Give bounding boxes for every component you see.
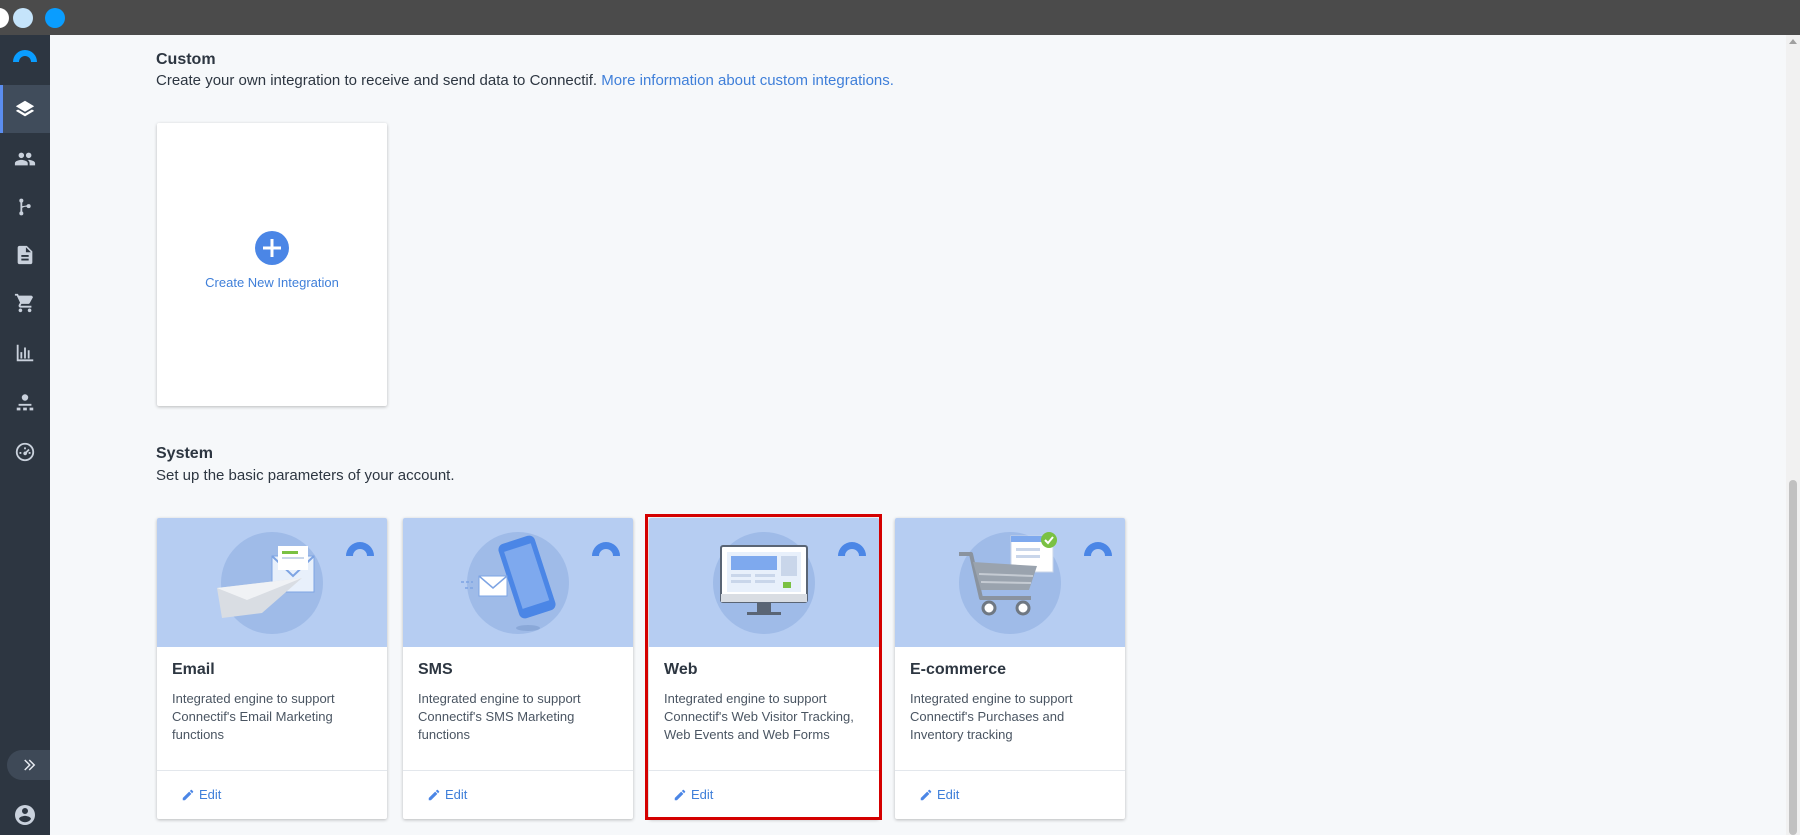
vertical-scrollbar[interactable] [1786, 35, 1800, 835]
integration-card-web[interactable]: Web Integrated engine to support Connect… [649, 518, 879, 819]
card-description: Integrated engine to support Connectif's… [418, 691, 581, 742]
custom-integrations-info-link[interactable]: More information about custom integratio… [601, 72, 894, 89]
integration-card-email[interactable]: Email Integrated engine to support Conne… [157, 518, 387, 819]
sidebar-item-segments[interactable] [0, 379, 50, 427]
custom-section-title: Custom [156, 51, 216, 68]
window-titlebar [0, 0, 1800, 35]
card-banner [649, 518, 879, 647]
card-description: Integrated engine to support Connectif's… [910, 691, 1073, 742]
window-close-button[interactable] [0, 8, 9, 28]
edit-sms-button[interactable]: Edit [427, 787, 467, 802]
card-footer: Edit [649, 770, 879, 819]
sidebar-item-contacts[interactable] [0, 135, 50, 183]
system-section-description: Set up the basic parameters of your acco… [156, 467, 455, 484]
system-section-title: System [156, 445, 213, 462]
scrollbar-thumb[interactable] [1789, 480, 1797, 835]
edit-label: Edit [445, 787, 468, 802]
edit-label: Edit [691, 787, 714, 802]
card-banner [157, 518, 387, 647]
add-circle-icon [255, 231, 289, 265]
window-maximize-button[interactable] [45, 8, 65, 28]
speedometer-icon [15, 442, 35, 462]
shopping-cart-icon [959, 532, 1057, 616]
card-footer: Edit [157, 770, 387, 819]
pencil-icon [920, 789, 932, 800]
connectif-arc-icon [1084, 542, 1112, 556]
custom-description-text: Create your own integration to receive a… [156, 72, 598, 89]
pencil-icon [428, 789, 440, 800]
card-title: E-commerce [910, 661, 1007, 678]
sidebar-item-integrations[interactable] [0, 85, 50, 133]
edit-web-button[interactable]: Edit [673, 787, 713, 802]
connectif-arc-icon [592, 542, 620, 556]
integration-card-sms[interactable]: SMS Integrated engine to support Connect… [403, 518, 633, 819]
card-title: Email [172, 661, 215, 678]
card-title: Web [664, 661, 698, 678]
card-footer: Edit [403, 770, 633, 819]
workflow-icon [19, 198, 31, 216]
pencil-icon [674, 789, 686, 800]
integration-card-ecommerce[interactable]: E-commerce Integrated engine to support … [895, 518, 1125, 819]
scroll-up-arrow-icon[interactable] [1789, 39, 1797, 44]
user-group-icon [16, 394, 34, 411]
layers-icon [15, 100, 35, 117]
account-circle-icon [15, 805, 35, 825]
pencil-icon [182, 789, 194, 800]
card-footer: Edit [895, 770, 1125, 819]
sidebar-item-reports[interactable] [0, 329, 50, 377]
window-minimize-button[interactable] [13, 8, 33, 28]
document-icon [17, 245, 33, 265]
phone-message-icon [461, 535, 556, 631]
sidebar [0, 35, 50, 835]
cart-icon [14, 293, 34, 313]
connectif-arc-icon [346, 542, 374, 556]
edit-label: Edit [937, 787, 960, 802]
sidebar-item-workflows[interactable] [0, 183, 50, 231]
edit-email-button[interactable]: Edit [181, 787, 221, 802]
card-banner [895, 518, 1125, 647]
card-title: SMS [418, 661, 453, 678]
card-banner [403, 518, 633, 647]
card-description: Integrated engine to support Connectif's… [664, 691, 854, 742]
sidebar-item-dashboard[interactable] [0, 428, 50, 476]
sidebar-item-content[interactable] [0, 231, 50, 279]
create-new-integration-card[interactable]: Create New Integration [157, 123, 387, 406]
connectif-arc-icon [838, 542, 866, 556]
sidebar-item-ecommerce[interactable] [0, 279, 50, 327]
desktop-monitor-icon [720, 545, 808, 615]
bar-chart-icon [16, 344, 34, 362]
edit-label: Edit [199, 787, 222, 802]
paper-plane-envelope-icon [217, 546, 315, 618]
user-account-button[interactable] [0, 795, 50, 835]
card-description: Integrated engine to support Connectif's… [172, 691, 335, 742]
edit-ecommerce-button[interactable]: Edit [919, 787, 959, 802]
double-chevron-right-icon [23, 759, 35, 771]
custom-section-description: Create your own integration to receive a… [156, 72, 894, 89]
create-new-integration-label: Create New Integration [205, 275, 339, 290]
connectif-logo-icon[interactable] [11, 47, 39, 63]
expand-sidebar-button[interactable] [7, 750, 50, 780]
contacts-icon [14, 152, 36, 166]
